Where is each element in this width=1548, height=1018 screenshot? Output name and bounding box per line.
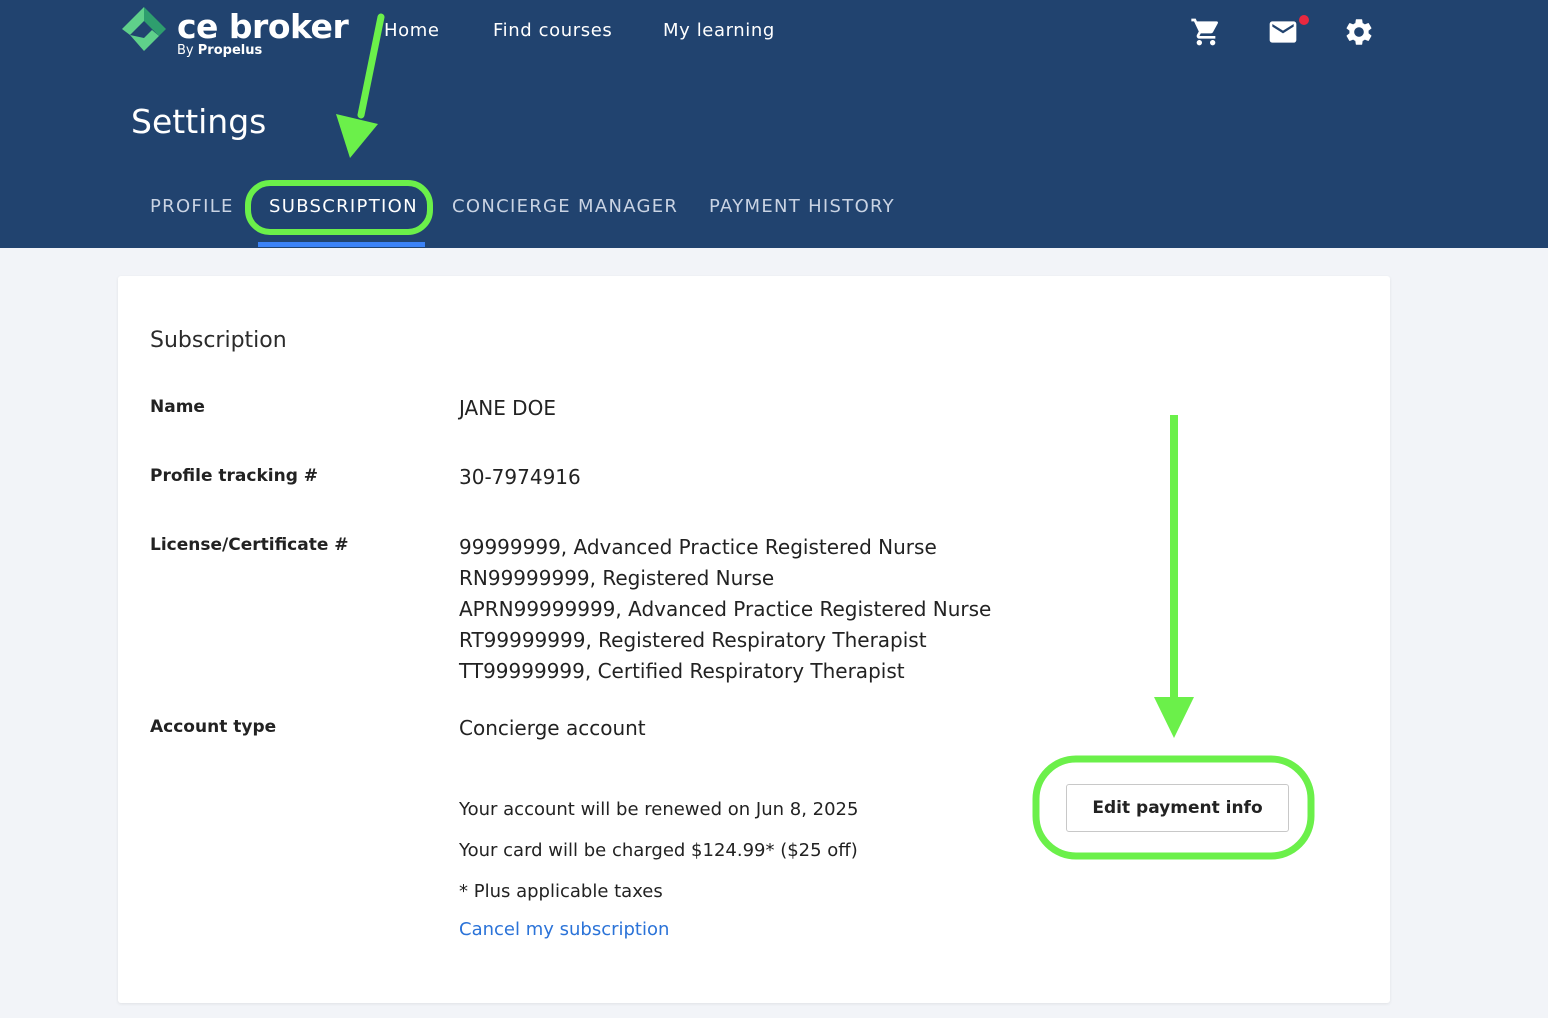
license-label: License/Certificate # [150,535,349,555]
tab-concierge-manager[interactable]: CONCIERGE MANAGER [452,196,678,217]
top-header: ce broker By Propelus Home Find courses … [0,0,1548,248]
cart-icon[interactable] [1190,16,1222,48]
name-value: JANE DOE [459,396,556,420]
charge-text: Your card will be charged $124.99* ($25 … [459,840,858,861]
mail-notification-dot [1299,15,1309,25]
subscription-heading: Subscription [150,328,287,353]
tax-note: * Plus applicable taxes [459,881,663,902]
nav-home-link[interactable]: Home [384,20,440,41]
license-item: APRN99999999, Advanced Practice Register… [459,597,992,621]
nav-find-courses-link[interactable]: Find courses [493,20,612,41]
renewal-text: Your account will be renewed on Jun 8, 2… [459,799,859,820]
tab-payment-history[interactable]: PAYMENT HISTORY [709,196,895,217]
license-item: RN99999999, Registered Nurse [459,566,775,590]
tab-subscription[interactable]: SUBSCRIPTION [269,196,418,217]
license-item: 99999999, Advanced Practice Registered N… [459,535,937,559]
tracking-value: 30-7974916 [459,465,581,489]
license-item: RT99999999, Registered Respiratory Thera… [459,628,927,652]
tab-profile[interactable]: PROFILE [150,196,234,217]
nav-my-learning-link[interactable]: My learning [663,20,775,41]
ce-broker-mark-icon [122,7,166,51]
edit-payment-button[interactable]: Edit payment info [1066,784,1289,832]
page-title: Settings [131,102,267,141]
license-item: TT99999999, Certified Respiratory Therap… [459,659,905,683]
gear-icon[interactable] [1343,16,1375,48]
brand-name: ce broker [177,7,349,46]
brand-logo[interactable]: ce broker By Propelus [122,5,352,65]
name-label: Name [150,397,205,417]
brand-byline: By Propelus [177,43,263,58]
active-tab-indicator [258,242,425,247]
mail-icon[interactable] [1267,16,1299,48]
tracking-label: Profile tracking # [150,466,319,486]
account-type-label: Account type [150,717,277,737]
subscription-card: Subscription Name JANE DOE Profile track… [118,276,1390,1003]
cancel-subscription-link[interactable]: Cancel my subscription [459,919,669,940]
account-type-value: Concierge account [459,716,646,740]
license-list: 99999999, Advanced Practice Registered N… [459,532,991,687]
